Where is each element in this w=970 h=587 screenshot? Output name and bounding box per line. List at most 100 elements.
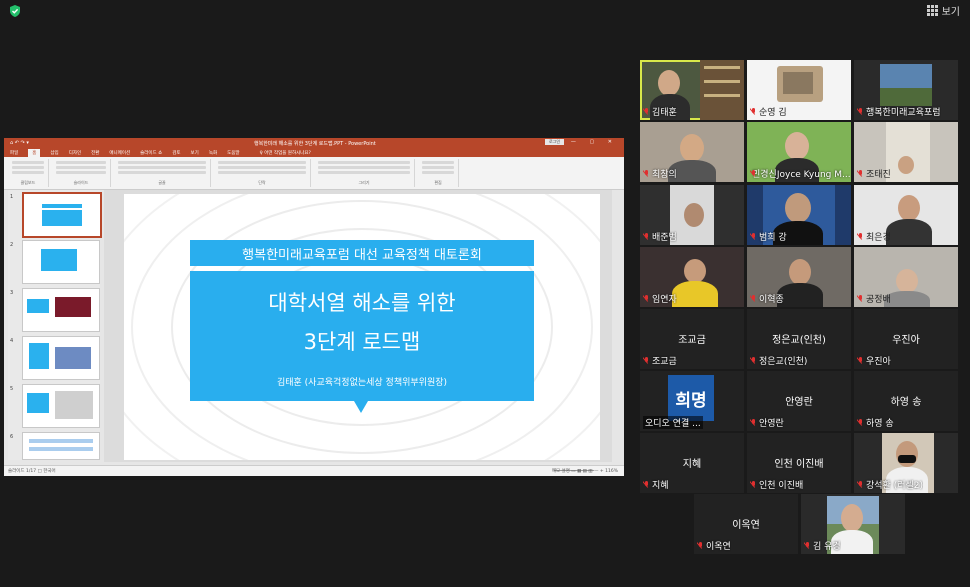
participant-tile[interactable]: 행복한미래교육포럼 xyxy=(854,60,958,120)
participant-tile[interactable]: 공정배 xyxy=(854,247,958,307)
muted-mic-icon xyxy=(643,480,650,489)
muted-mic-icon xyxy=(857,107,864,116)
muted-mic-icon xyxy=(857,356,864,365)
slide-thumbnail-6[interactable] xyxy=(22,432,100,460)
participant-name: 조교금 xyxy=(652,357,677,367)
tab-design[interactable]: 디자인 xyxy=(69,150,81,156)
participant-name: 범희 강 xyxy=(759,233,787,243)
participant-name: 강석환 (러셀2) xyxy=(866,481,924,491)
participant-name: 민경신Joyce Kyung M... xyxy=(752,170,850,180)
ppt-title-bar: ⌂ ↶ ↷ ▾ 행복한미래 해소를 위한 3단계 로드맵.PPT - Power… xyxy=(4,138,624,148)
shared-screen-powerpoint: ⌂ ↶ ↷ ▾ 행복한미래 해소를 위한 3단계 로드맵.PPT - Power… xyxy=(4,138,624,476)
signin-button[interactable]: 로그인 xyxy=(544,139,564,145)
participant-name: 인천 이진배 xyxy=(759,481,804,491)
tell-me-search[interactable]: ♀ 어떤 작업을 원하시나요? xyxy=(260,150,311,156)
participant-display-name: 지혜 xyxy=(682,459,702,470)
tab-help[interactable]: 도움말 xyxy=(227,150,239,156)
ppt-status-bar: 슬라이드 1/17 □ 한국어 메모 설명 ▭ ▦ ▤ ▥ — + 116% xyxy=(4,465,624,476)
status-view-controls[interactable]: 메모 설명 ▭ ▦ ▤ ▥ — + 116% xyxy=(552,468,618,474)
speech-bubble-tail xyxy=(354,401,368,413)
muted-mic-icon xyxy=(857,169,864,178)
participant-name: 정은교(인천) xyxy=(759,357,808,367)
quick-access-toolbar[interactable]: ⌂ ↶ ↷ ▾ xyxy=(10,140,29,146)
view-button[interactable]: 보기 xyxy=(926,3,960,18)
participant-name: 최창의 xyxy=(652,170,677,180)
muted-mic-icon xyxy=(750,356,757,365)
participant-tile[interactable]: 희명 오디오 연결 ... xyxy=(640,371,744,431)
participant-tile[interactable]: 우진아 우진아 xyxy=(854,309,958,369)
ribbon-group-editing[interactable]: 편집 xyxy=(418,159,459,187)
participant-tile[interactable]: 민경신Joyce Kyung M... xyxy=(747,122,851,182)
tab-review[interactable]: 검토 xyxy=(172,150,180,156)
participant-tile[interactable]: 이혁종 xyxy=(747,247,851,307)
participant-tile[interactable]: 지혜 지혜 xyxy=(640,433,744,493)
participant-tile[interactable]: 김태훈 xyxy=(640,60,744,120)
participant-tile[interactable]: 안영란 안영란 xyxy=(747,371,851,431)
ribbon: 클립보드 슬라이드 글꼴 단락 그리기 편집 xyxy=(4,157,624,190)
muted-mic-icon xyxy=(643,232,650,241)
slide-thumbnail-2[interactable] xyxy=(22,240,100,284)
ribbon-tabs: 파일 홈 삽입 디자인 전환 애니메이션 슬라이드 쇼 검토 보기 녹화 도움말… xyxy=(4,148,624,157)
tab-file[interactable]: 파일 xyxy=(10,150,18,156)
participant-tile[interactable]: 최창의 xyxy=(640,122,744,182)
participant-tile[interactable]: 인천 이진배 인천 이진배 xyxy=(747,433,851,493)
participant-name: 임연자 xyxy=(652,295,677,305)
participant-tile[interactable]: 임연자 xyxy=(640,247,744,307)
muted-mic-icon xyxy=(750,480,757,489)
participant-name: 김태훈 xyxy=(652,108,677,118)
participant-name: 순영 김 xyxy=(759,108,787,118)
muted-mic-icon xyxy=(643,169,650,178)
muted-mic-icon xyxy=(697,541,704,550)
muted-mic-icon xyxy=(857,294,864,303)
participant-tile[interactable]: 김 유경 xyxy=(801,494,905,554)
participant-tile[interactable]: 배준범 xyxy=(640,185,744,245)
muted-mic-icon xyxy=(857,480,864,489)
ribbon-group-clipboard[interactable]: 클립보드 xyxy=(8,159,49,187)
tab-home[interactable]: 홈 xyxy=(28,148,41,157)
participant-name: 안영란 xyxy=(759,419,784,429)
slide-thumbnail-4[interactable] xyxy=(22,336,100,380)
window-controls[interactable]: — ▢ ✕ xyxy=(571,139,618,145)
muted-mic-icon xyxy=(643,294,650,303)
participant-name: 오디오 연결 ... xyxy=(645,419,701,429)
slide-event-banner: 행복한미래교육포럼 대선 교육정책 대토론회 xyxy=(190,240,534,266)
participant-tile[interactable]: 하영 송 하영 송 xyxy=(854,371,958,431)
slide-title-line2: 3단계 로드맵 xyxy=(303,330,421,354)
tab-view[interactable]: 보기 xyxy=(191,150,199,156)
participant-tile[interactable]: 최은경 xyxy=(854,185,958,245)
slide-thumbnail-3[interactable] xyxy=(22,288,100,332)
muted-mic-icon xyxy=(750,294,757,303)
tab-transitions[interactable]: 전환 xyxy=(91,150,99,156)
participant-tile[interactable]: 조교금 조교금 xyxy=(640,309,744,369)
participant-tile[interactable]: 강석환 (러셀2) xyxy=(854,433,958,493)
participant-avatar: 희명 xyxy=(668,375,714,421)
participant-name: 우진아 xyxy=(866,357,891,367)
current-slide[interactable]: 행복한미래교육포럼 대선 교육정책 대토론회 대학서열 해소를 위한 3단계 로… xyxy=(124,194,600,460)
participant-tile[interactable]: 범희 강 xyxy=(747,185,851,245)
participant-name: 이혁종 xyxy=(759,295,784,305)
ribbon-group-drawing[interactable]: 그리기 xyxy=(314,159,415,187)
participant-tile[interactable]: 정은교(인천) 정은교(인천) xyxy=(747,309,851,369)
tab-insert[interactable]: 삽입 xyxy=(50,150,58,156)
muted-mic-icon xyxy=(643,356,650,365)
participant-tile[interactable]: 조태진 xyxy=(854,122,958,182)
slide-thumbnail-1[interactable] xyxy=(22,192,102,238)
shield-icon[interactable] xyxy=(8,4,22,18)
slide-thumbnail-5[interactable] xyxy=(22,384,100,428)
participant-display-name: 우진아 xyxy=(892,335,920,346)
ribbon-group-font[interactable]: 글꼴 xyxy=(114,159,211,187)
slide-editing-area: 행복한미래교육포럼 대선 교육정책 대토론회 대학서열 해소를 위한 3단계 로… xyxy=(104,190,612,462)
muted-mic-icon xyxy=(857,418,864,427)
participant-tile[interactable]: 이옥연 이옥연 xyxy=(694,494,798,554)
muted-mic-icon xyxy=(750,232,757,241)
ribbon-group-paragraph[interactable]: 단락 xyxy=(214,159,311,187)
tab-animations[interactable]: 애니메이션 xyxy=(109,150,130,156)
participant-tile[interactable]: 순영 김 xyxy=(747,60,851,120)
ribbon-group-slides[interactable]: 슬라이드 xyxy=(52,159,111,187)
tab-record[interactable]: 녹화 xyxy=(209,150,217,156)
tab-slideshow[interactable]: 슬라이드 쇼 xyxy=(140,150,162,156)
participant-name: 김 유경 xyxy=(813,542,841,552)
muted-mic-icon xyxy=(750,107,757,116)
participant-name: 하영 송 xyxy=(866,419,894,429)
participant-name: 배준범 xyxy=(652,233,677,243)
